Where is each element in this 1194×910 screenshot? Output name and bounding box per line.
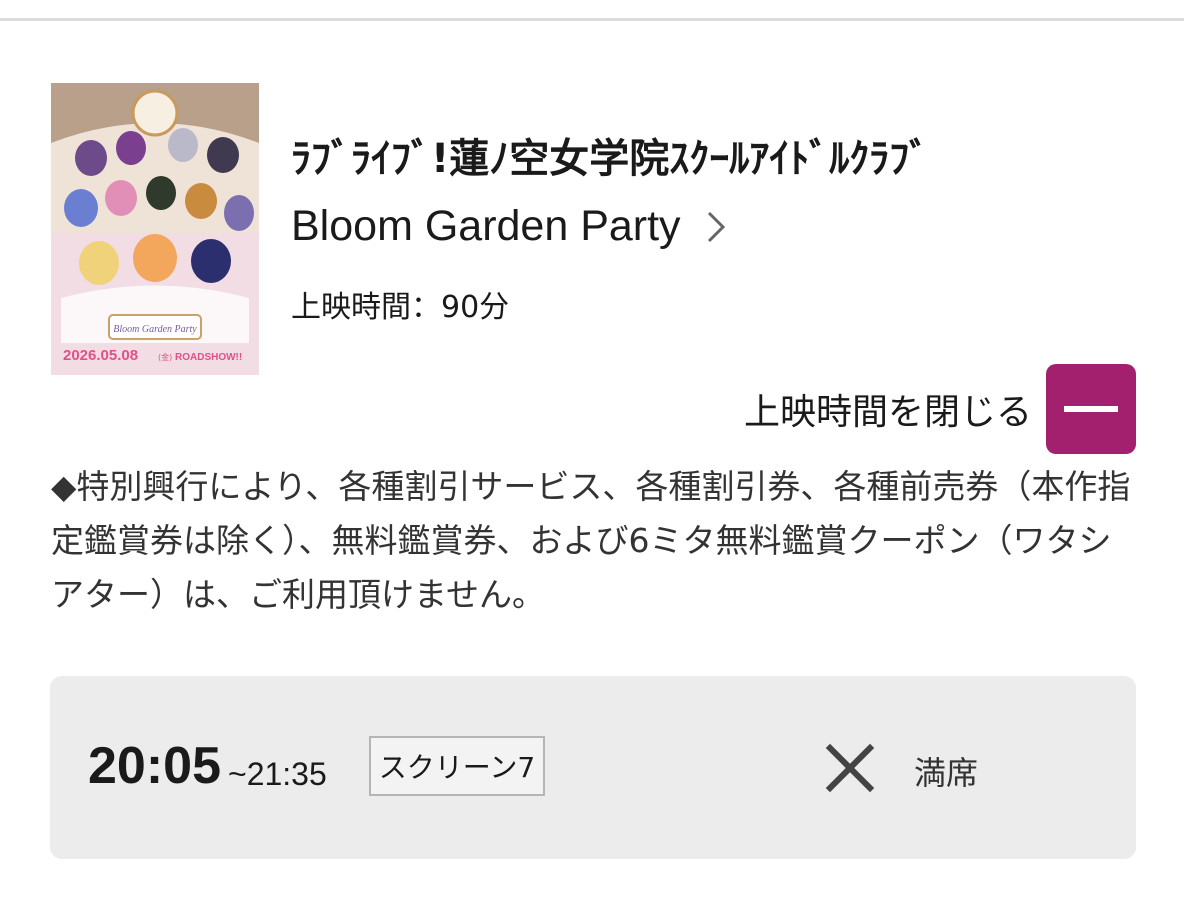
screen-badge: スクリーン7	[369, 736, 545, 796]
seat-status: 満席	[914, 754, 979, 792]
start-time: 20:05	[88, 737, 221, 795]
cross-icon	[825, 743, 875, 793]
top-divider	[0, 18, 1184, 21]
collapse-button[interactable]	[1046, 364, 1136, 454]
movie-poster[interactable]: Bloom Garden Party 2026.05.08 (金) ROADSH…	[51, 83, 259, 375]
minus-icon	[1064, 406, 1118, 412]
notice-text: ◆特別興行により、各種割引サービス、各種割引券、各種前売券（本作指定鑑賞券は除く…	[51, 467, 1131, 614]
close-showtimes-label: 上映時間を閉じる	[743, 392, 1032, 433]
poster-roadshow: ROADSHOW!!	[175, 352, 242, 363]
movie-title-en: Bloom Garden Party	[291, 202, 681, 250]
poster-illustration: Bloom Garden Party 2026.05.08 (金) ROADSH…	[51, 83, 259, 375]
showtime-row[interactable]: 20:05 ~21:35 スクリーン7 満席	[50, 676, 1136, 859]
poster-day: (金)	[158, 352, 172, 362]
chevron-right-icon	[707, 211, 725, 242]
movie-title-jp[interactable]: ﾗﾌﾞﾗｲﾌﾞ!蓮ﾉ空女学院ｽｸｰﾙｱｲﾄﾞﾙｸﾗﾌﾞ	[291, 126, 929, 184]
movie-title-link[interactable]: Bloom Garden Party	[291, 202, 729, 251]
poster-date: 2026.05.08	[63, 347, 138, 364]
poster-logo: Bloom Garden Party	[113, 324, 197, 335]
runtime-text: 上映時間：90分	[291, 290, 510, 325]
end-time: ~21:35	[228, 756, 327, 792]
close-showtimes-toggle[interactable]: 上映時間を閉じる	[744, 364, 1136, 454]
